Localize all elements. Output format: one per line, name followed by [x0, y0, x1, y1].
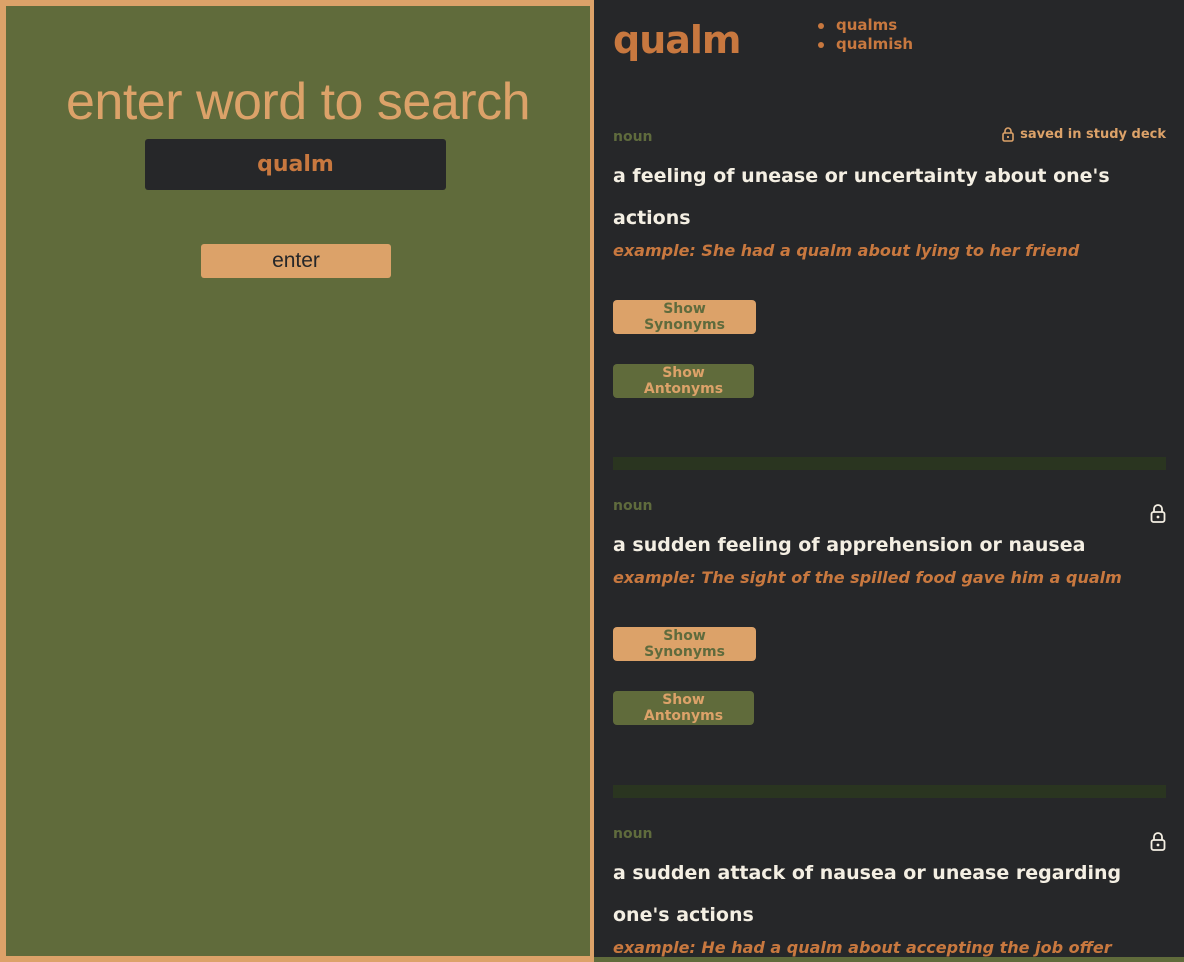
save-to-deck-toggle[interactable]: saved in study deck	[1002, 127, 1166, 142]
definition-card: noun a sudden attack of nausea or unease…	[613, 826, 1166, 957]
show-synonyms-button[interactable]: Show Synonyms	[613, 300, 756, 334]
lock-open-icon	[1150, 504, 1166, 523]
part-of-speech: noun	[613, 498, 653, 514]
example-text: example: The sight of the spilled food g…	[613, 568, 1122, 587]
definition-text: a feeling of unease or uncertainty about…	[613, 165, 1110, 229]
definition-text: a sudden attack of nausea or unease rega…	[613, 862, 1122, 926]
word-title: qualm	[613, 18, 742, 62]
definition-card: noun a sudden feeling of apprehension or…	[613, 498, 1166, 725]
show-antonyms-button[interactable]: Show Antonyms	[613, 364, 754, 398]
search-input[interactable]	[145, 139, 446, 190]
definition-divider	[613, 457, 1166, 470]
example-text: example: He had a qualm about accepting …	[613, 938, 1112, 957]
show-synonyms-button[interactable]: Show Synonyms	[613, 627, 756, 661]
save-to-deck-toggle[interactable]	[1150, 504, 1166, 523]
enter-button[interactable]: enter	[201, 244, 391, 278]
lock-open-icon	[1150, 832, 1166, 851]
results-panel: qualm qualms qualmish noun saved in stud…	[594, 0, 1184, 962]
search-title: enter word to search	[65, 73, 531, 131]
bottom-edge-strip	[594, 957, 1184, 962]
related-words-list: qualms qualmish	[816, 16, 913, 54]
search-panel: enter word to search enter	[0, 0, 596, 962]
saved-label: saved in study deck	[1020, 127, 1166, 142]
part-of-speech: noun	[613, 826, 653, 842]
example-text: example: She had a qualm about lying to …	[613, 241, 1080, 260]
definition-text: a sudden feeling of apprehension or naus…	[613, 534, 1086, 556]
definition-divider	[613, 785, 1166, 798]
show-antonyms-button[interactable]: Show Antonyms	[613, 691, 754, 725]
save-to-deck-toggle[interactable]	[1150, 832, 1166, 851]
lock-closed-icon	[1002, 127, 1014, 142]
definition-card: noun saved in study deck a feeling of un…	[613, 127, 1166, 398]
related-word[interactable]: qualms	[816, 16, 913, 35]
related-word[interactable]: qualmish	[816, 35, 913, 54]
